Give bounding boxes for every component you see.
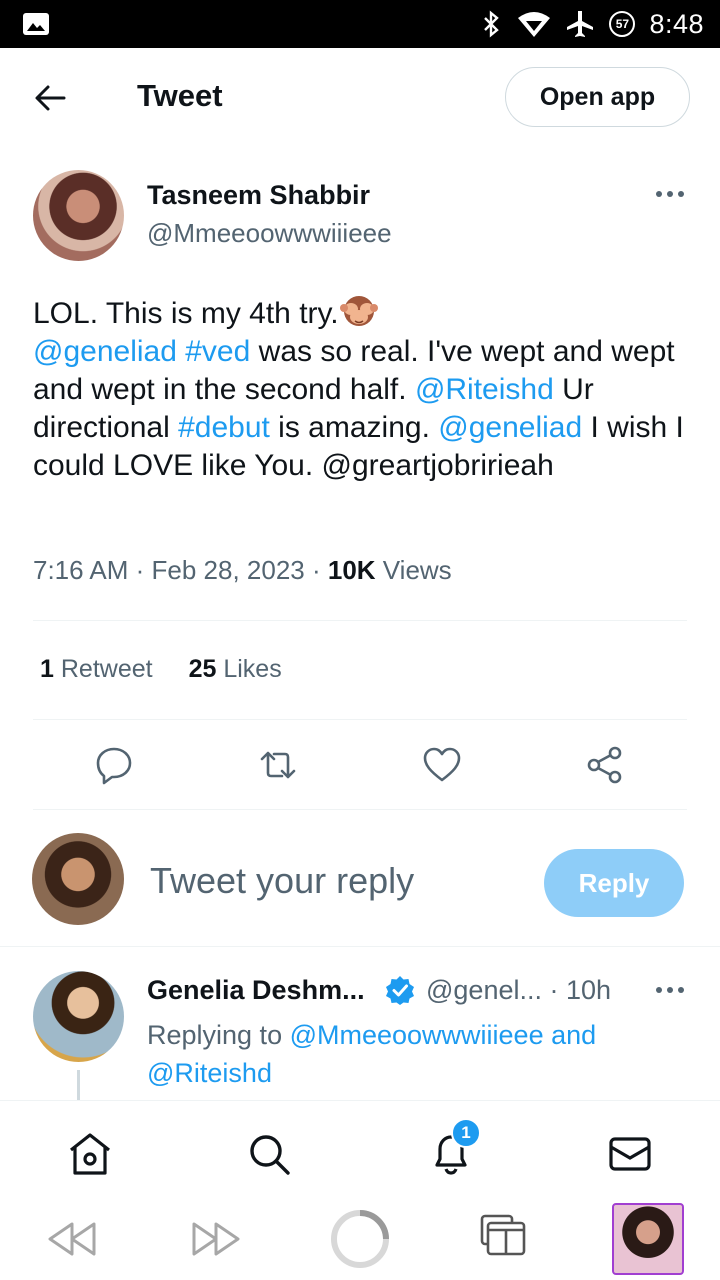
tweet-text-part: is amazing. [269,411,439,444]
replying-and: and [543,1020,597,1050]
status-bar: 57 8:48 [0,0,720,48]
tweet-time: 7:16 AM [33,555,129,585]
author-avatar[interactable] [33,170,124,261]
divider [33,620,687,621]
tweet-stats: 1 Retweet 25 Likes [40,655,282,684]
thread-line [77,1070,80,1100]
views-count: 10K [327,555,376,585]
clock: 8:48 [649,8,704,39]
reply-author-avatar[interactable] [33,971,124,1062]
replying-prefix: Replying to [147,1020,290,1050]
likes-label[interactable]: Likes [223,655,281,683]
back-arrow-icon[interactable] [30,78,70,118]
profile-thumbnail[interactable] [612,1203,684,1275]
rewind-icon[interactable] [46,1220,98,1258]
author-name[interactable]: Tasneem Shabbir [147,180,370,211]
messages-icon[interactable] [607,1131,653,1177]
wifi-icon [518,12,551,37]
bottom-nav: 1 [0,1100,720,1200]
airplane-icon [567,11,594,37]
mention-link[interactable]: @geneliad [33,335,177,368]
divider [33,719,687,720]
browser-toolbar [0,1200,720,1280]
reply-button[interactable]: Reply [544,849,684,917]
tweet-text: LOL. This is my 4th try. @geneliad #ved … [33,293,693,485]
search-icon[interactable] [246,1131,292,1177]
see-no-evil-monkey-icon [339,296,378,326]
divider [0,946,720,947]
retweet-label[interactable]: Retweet [61,655,153,683]
reply-input[interactable]: Tweet your reply [150,860,414,902]
retweet-count[interactable]: 1 [40,655,54,683]
loading-spinner-icon[interactable] [330,1209,390,1269]
battery-saver-icon: 57 [609,11,636,37]
page-title: Tweet [137,78,223,113]
views-label: Views [382,555,452,585]
header: Tweet Open app [0,48,720,146]
current-user-avatar[interactable] [32,833,124,925]
mention-link[interactable]: @Mmeeoowwwiiieee [290,1020,544,1050]
tabs-icon[interactable] [480,1214,526,1256]
mention-link[interactable]: @Riteishd [147,1058,272,1088]
gallery-icon [23,13,49,35]
mention-link[interactable]: @geneliad [438,411,582,444]
replying-to: Replying to @Mmeeoowwwiiieee and @Riteis… [147,1016,667,1092]
reply-icon[interactable] [94,745,134,785]
fast-forward-icon[interactable] [190,1220,242,1258]
like-icon[interactable] [422,745,462,785]
verified-badge-icon [386,976,414,1005]
notification-badge: 1 [451,1118,481,1148]
more-options-icon[interactable] [654,982,686,998]
divider [33,809,687,810]
tweet-meta: 7:16 AM · Feb 28, 2023 · 10K Views [33,555,452,585]
more-options-icon[interactable] [654,186,686,202]
hashtag-link[interactable]: #debut [178,411,270,444]
bluetooth-icon [484,10,500,38]
reply-handle-time: @genel... · 10h [426,975,612,1005]
mention-link[interactable]: @Riteishd [415,373,554,406]
retweet-icon[interactable] [258,745,298,785]
home-icon[interactable] [67,1131,113,1177]
share-icon[interactable] [585,745,625,785]
hashtag-link[interactable]: #ved [185,335,250,368]
reply-author-name[interactable]: Genelia Deshm... [147,975,365,1006]
tweet-text-part: LOL. This is my 4th try. [33,297,339,330]
open-app-button[interactable]: Open app [505,67,690,127]
likes-count[interactable]: 25 [189,655,217,683]
author-handle[interactable]: @Mmeeoowwwiiieee [147,218,392,249]
tweet-date: Feb 28, 2023 [151,555,305,585]
